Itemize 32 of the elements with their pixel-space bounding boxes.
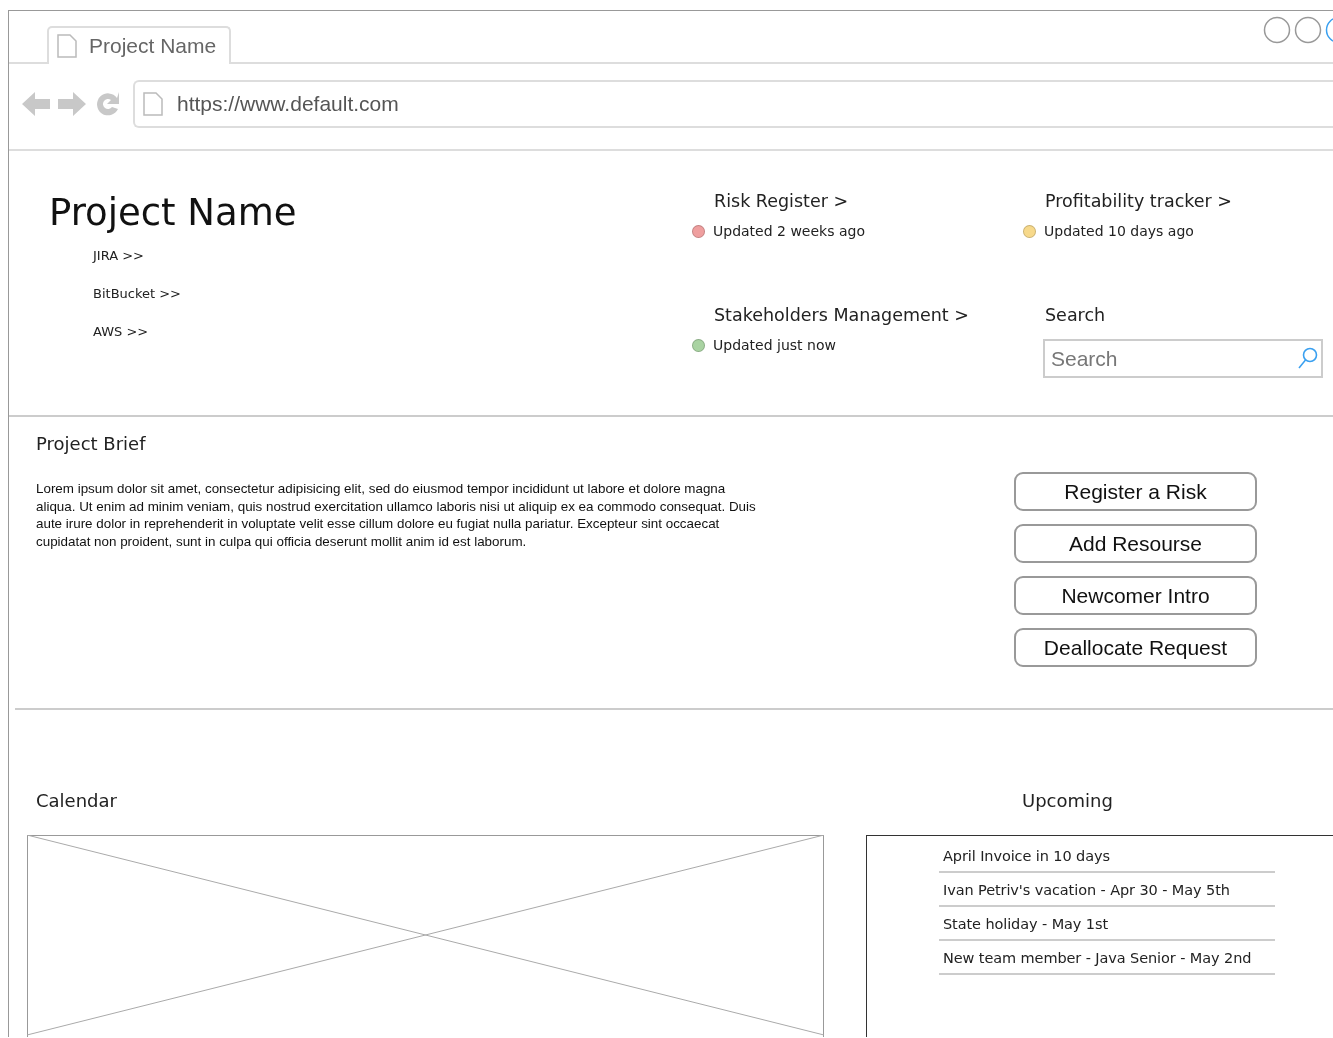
upcoming-item[interactable]: April Invoice in 10 days (939, 840, 1275, 873)
brief-paragraph: Lorem ipsum dolor sit amet, consectetur adipisicing elit, sed do eiusmod tempor incididunt ut labore et dolore magna aliqua. Ut enim ad minim veniam, quis nostrud exercitation ullamco laboris nisi ut aliquip ex ea commodo consequat. Duis aute irure dolor in reprehenderit in voluptate velit esse cillum dolore eu fugiat nulla pariatur. Excepteur sint occaecat cupidatat non proident, sunt in culpa qui officia deserunt mollit anim id est laborum. (36, 480, 757, 551)
address-bar[interactable]: https://www.default.com (133, 80, 1333, 128)
search-field[interactable]: Search (1043, 339, 1323, 378)
status-text: Updated 10 days ago (1044, 223, 1194, 239)
tracker-link[interactable]: Stakeholders Management > (714, 305, 1023, 325)
status-text: Updated just now (713, 337, 836, 353)
status-text: Updated 2 weeks ago (713, 223, 865, 239)
tracker-link[interactable]: Profitability tracker > (1045, 191, 1333, 211)
project-title: Project Name (49, 191, 298, 234)
action-button[interactable]: Deallocate Request (1014, 628, 1257, 667)
tool-link[interactable]: AWS >> (93, 324, 692, 362)
action-button[interactable]: Newcomer Intro (1014, 576, 1257, 615)
search-icon[interactable] (1297, 346, 1319, 370)
window-controls-drawing[interactable] (1263, 15, 1333, 45)
tracker-link[interactable]: Risk Register > (714, 191, 1023, 211)
page-icon (143, 92, 163, 116)
browser-tab[interactable]: Project Name (47, 26, 231, 64)
action-button[interactable]: Register a Risk (1014, 472, 1257, 511)
section-title: Upcoming (1022, 790, 1114, 811)
action-button[interactable]: Add Resourse (1014, 524, 1257, 563)
section-title: Calendar (36, 790, 118, 811)
upcoming-item[interactable]: State holiday - May 1st (939, 908, 1275, 941)
tool-link[interactable]: BitBucket >> (93, 286, 692, 324)
upcoming-item[interactable]: New team member - Java Senior - May 2nd (939, 942, 1275, 975)
forward-icon[interactable] (57, 89, 87, 119)
tool-link[interactable]: JIRA >> (93, 248, 692, 286)
back-icon[interactable] (21, 89, 51, 119)
page-icon (57, 34, 77, 58)
upcoming-item[interactable]: Ivan Petriv's vacation - Apr 30 - May 5th (939, 874, 1275, 907)
section-title: Project Brief (36, 433, 147, 454)
search-label: Search (1045, 305, 1107, 325)
